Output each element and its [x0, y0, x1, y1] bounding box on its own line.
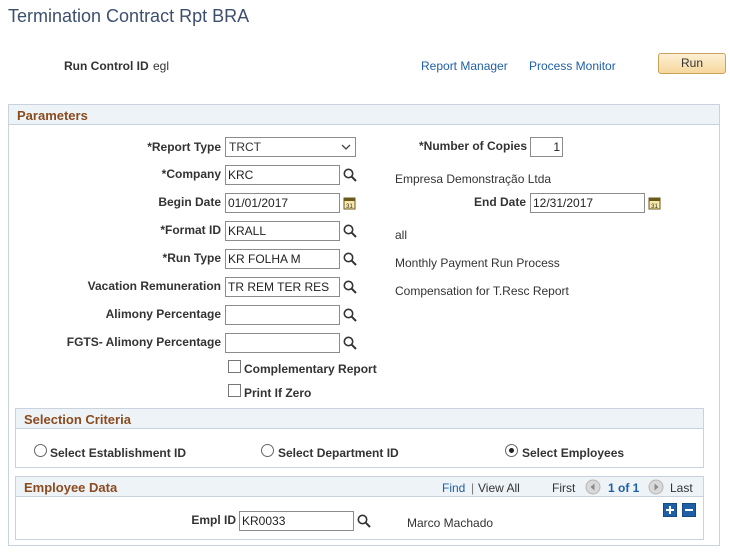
process-monitor-link[interactable]: Process Monitor — [529, 59, 616, 73]
pager-count: 1 of 1 — [608, 481, 640, 495]
run-type-label: *Run Type — [162, 251, 221, 265]
selection-criteria-title: Selection Criteria — [24, 412, 131, 427]
calendar-icon[interactable]: 31 — [342, 195, 358, 211]
begin-date-label: Begin Date — [158, 195, 221, 209]
next-icon[interactable] — [648, 479, 664, 495]
print-zero-label: Print If Zero — [244, 386, 312, 400]
empl-id-search-icon[interactable] — [356, 513, 372, 529]
company-desc: Empresa Demonstração Ltda — [395, 172, 552, 186]
report-manager-link[interactable]: Report Manager — [421, 59, 508, 73]
alimony-label: Alimony Percentage — [105, 307, 221, 321]
company-input[interactable]: KRC — [225, 165, 340, 185]
end-date-label: End Date — [473, 195, 526, 209]
selection-criteria-header: Selection Criteria — [16, 409, 703, 429]
empl-id-label: Empl ID — [191, 513, 236, 527]
fgts-input[interactable] — [225, 333, 340, 353]
run-button[interactable]: Run — [658, 53, 726, 74]
empl-id-input[interactable]: KR0033 — [239, 511, 354, 531]
copies-label: *Number of Copies — [418, 139, 527, 153]
complementary-checkbox[interactable] — [228, 360, 241, 373]
find-link[interactable]: Find — [442, 481, 465, 495]
run-control-value: egl — [153, 59, 170, 73]
establishment-label: Select Establishment ID — [50, 446, 187, 460]
run-type-search-icon[interactable] — [342, 251, 358, 267]
page-title: Termination Contract Rpt BRA — [8, 6, 250, 26]
format-id-label: *Format ID — [160, 223, 221, 237]
view-all-link[interactable]: View All — [478, 481, 520, 495]
company-search-icon[interactable] — [342, 167, 358, 183]
report-type-label: *Report Type — [147, 140, 221, 154]
svg-text:31: 31 — [346, 204, 353, 210]
add-row-icon[interactable] — [663, 503, 677, 517]
svg-text:31: 31 — [651, 204, 658, 210]
alimony-input[interactable] — [225, 305, 340, 325]
first-link[interactable]: First — [552, 481, 575, 495]
parameters-title: Parameters — [17, 108, 88, 123]
complementary-label: Complementary Report — [244, 362, 377, 376]
last-link[interactable]: Last — [670, 481, 693, 495]
previous-icon[interactable] — [585, 479, 601, 495]
calendar-icon[interactable]: 31 — [647, 195, 663, 211]
run-control-label: Run Control ID — [64, 59, 149, 73]
employees-label: Select Employees — [522, 446, 625, 460]
print-zero-checkbox[interactable] — [228, 384, 241, 397]
vacation-label: Vacation Remuneration — [87, 279, 221, 293]
employee-data-title: Employee Data — [24, 480, 118, 495]
department-label: Select Department ID — [278, 446, 399, 460]
delete-row-icon[interactable] — [682, 503, 696, 517]
vacation-desc: Compensation for T.Resc Report — [395, 284, 569, 298]
fgts-label: FGTS- Alimony Percentage — [66, 335, 221, 349]
empl-name: Marco Machado — [407, 516, 494, 530]
department-radio[interactable] — [261, 444, 274, 457]
format-id-search-icon[interactable] — [342, 223, 358, 239]
chevron-down-icon — [341, 144, 351, 150]
fgts-search-icon[interactable] — [342, 335, 358, 351]
nav-separator: | — [471, 481, 475, 495]
vacation-search-icon[interactable] — [342, 279, 358, 295]
vacation-input[interactable]: TR REM TER RES — [225, 277, 340, 297]
alimony-search-icon[interactable] — [342, 307, 358, 323]
company-label: *Company — [161, 167, 221, 181]
report-type-value: TRCT — [229, 140, 261, 154]
begin-date-input[interactable]: 01/01/2017 — [225, 193, 340, 213]
employees-radio[interactable] — [505, 444, 518, 457]
run-type-desc: Monthly Payment Run Process — [395, 256, 560, 270]
establishment-radio[interactable] — [34, 444, 47, 457]
parameters-header: Parameters — [9, 105, 719, 125]
copies-input[interactable]: 1 — [530, 137, 563, 157]
format-id-input[interactable]: KRALL — [225, 221, 340, 241]
report-type-select[interactable]: TRCT — [225, 137, 356, 157]
end-date-input[interactable]: 12/31/2017 — [530, 193, 645, 213]
run-type-input[interactable]: KR FOLHA M — [225, 249, 340, 269]
format-id-desc: all — [395, 228, 408, 242]
